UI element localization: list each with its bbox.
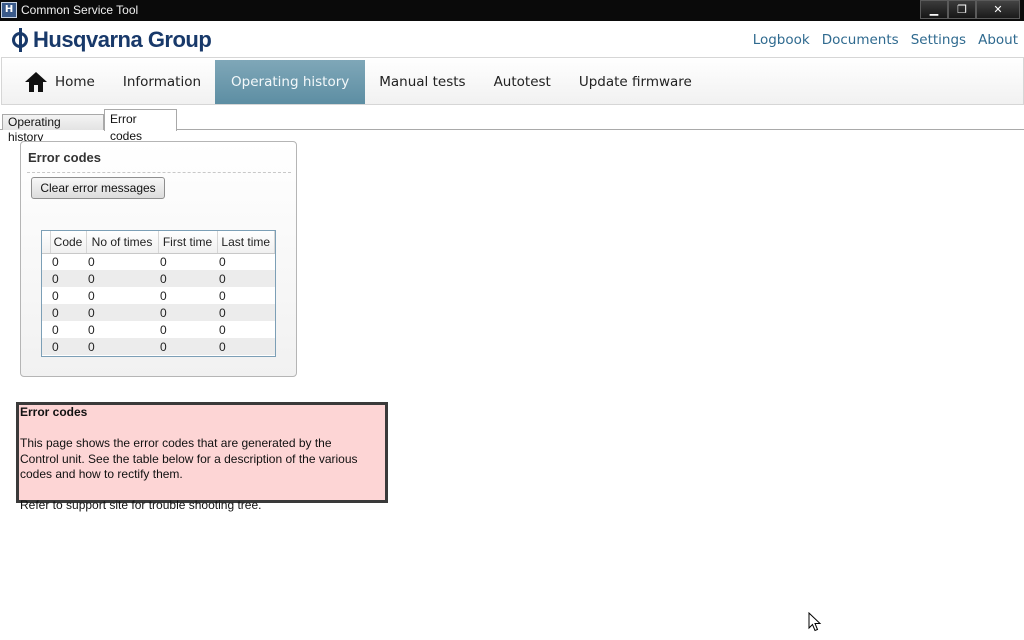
nav-autotest[interactable]: Autotest bbox=[480, 60, 565, 104]
column-header-code[interactable]: Code bbox=[50, 231, 87, 254]
cell-code: 0 bbox=[52, 254, 59, 269]
table-row[interactable]: 0 0 0 0 bbox=[42, 321, 275, 338]
info-text: This page shows the error codes that are… bbox=[20, 436, 358, 481]
close-button[interactable]: ✕ bbox=[976, 0, 1020, 19]
link-documents[interactable]: Documents bbox=[822, 32, 899, 48]
info-reference: Refer to support site for trouble shooti… bbox=[20, 498, 262, 512]
column-header-no-of-times[interactable]: No of times bbox=[86, 231, 159, 254]
title-bar: H Common Service Tool ▁ ❐ ✕ bbox=[0, 0, 1024, 21]
cell-last-time: 0 bbox=[217, 338, 275, 355]
cell-no-of-times: 0 bbox=[88, 288, 95, 303]
home-icon bbox=[25, 72, 47, 92]
window-title: Common Service Tool bbox=[21, 3, 139, 17]
table-row[interactable]: 0 0 0 0 bbox=[42, 304, 275, 321]
cell-no-of-times: 0 bbox=[86, 338, 158, 355]
info-title: Error codes bbox=[20, 405, 88, 419]
header: Husqvarna Group Logbook Documents Settin… bbox=[0, 21, 1024, 57]
tab-error-codes[interactable]: Error codes bbox=[104, 109, 177, 143]
husqvarna-logo-icon bbox=[10, 28, 30, 52]
main-nav: Home Information Operating history Manua… bbox=[1, 57, 1024, 105]
nav-home-label: Home bbox=[55, 74, 95, 90]
restore-button[interactable]: ❐ bbox=[948, 0, 976, 19]
table-row[interactable]: 0 0 0 0 bbox=[42, 270, 275, 287]
cell-first-time: 0 bbox=[160, 254, 167, 269]
clear-error-messages-button[interactable]: Clear error messages bbox=[31, 177, 165, 199]
nav-manual-tests[interactable]: Manual tests bbox=[365, 60, 479, 104]
table-row[interactable]: 0 0 0 0 bbox=[42, 253, 275, 270]
cell-no-of-times: 0 bbox=[88, 254, 95, 269]
link-logbook[interactable]: Logbook bbox=[753, 32, 810, 48]
top-links: Logbook Documents Settings About bbox=[753, 32, 1018, 48]
husqvarna-app-icon: H bbox=[1, 2, 17, 18]
nav-update-firmware[interactable]: Update firmware bbox=[565, 60, 706, 104]
row-selector-header bbox=[42, 231, 51, 254]
cell-code: 0 bbox=[52, 288, 59, 303]
cell-last-time: 0 bbox=[219, 254, 226, 269]
column-header-last-time[interactable]: Last time bbox=[217, 231, 275, 254]
nav-home[interactable]: Home bbox=[5, 60, 109, 104]
table-row[interactable]: 0 0 0 0 bbox=[42, 338, 275, 355]
logo-text: Husqvarna Group bbox=[33, 27, 212, 52]
cell-no-of-times: 0 bbox=[88, 322, 95, 337]
link-settings[interactable]: Settings bbox=[911, 32, 966, 48]
cell-no-of-times: 0 bbox=[86, 304, 158, 321]
cell-first-time: 0 bbox=[160, 288, 167, 303]
cell-code: 0 bbox=[50, 338, 86, 355]
cell-last-time: 0 bbox=[219, 288, 226, 303]
link-about[interactable]: About bbox=[978, 32, 1018, 48]
window-controls: ▁ ❐ ✕ bbox=[920, 0, 1020, 19]
tab-operating-history[interactable]: Operating history bbox=[2, 114, 104, 144]
cell-first-time: 0 bbox=[158, 338, 217, 355]
sub-tabs: Operating history Error codes bbox=[0, 106, 1024, 144]
cell-code: 0 bbox=[50, 304, 86, 321]
cell-first-time: 0 bbox=[158, 270, 217, 287]
nav-operating-history[interactable]: Operating history bbox=[215, 60, 366, 104]
cell-no-of-times: 0 bbox=[86, 270, 158, 287]
error-codes-panel: Error codes Clear error messages Code No… bbox=[20, 141, 297, 377]
cell-last-time: 0 bbox=[217, 270, 275, 287]
cell-first-time: 0 bbox=[160, 322, 167, 337]
column-header-first-time[interactable]: First time bbox=[158, 231, 218, 254]
minimize-button[interactable]: ▁ bbox=[920, 0, 948, 19]
panel-title: Error codes bbox=[28, 150, 101, 165]
husqvarna-logo: Husqvarna Group bbox=[10, 27, 212, 53]
cell-last-time: 0 bbox=[217, 304, 275, 321]
table-header-row: Code No of times First time Last time bbox=[42, 231, 275, 254]
cell-code: 0 bbox=[50, 270, 86, 287]
cell-first-time: 0 bbox=[158, 304, 217, 321]
cell-code: 0 bbox=[52, 322, 59, 337]
cell-last-time: 0 bbox=[219, 322, 226, 337]
table-row[interactable]: 0 0 0 0 bbox=[42, 287, 275, 304]
nav-information[interactable]: Information bbox=[109, 60, 215, 104]
error-codes-table[interactable]: Code No of times First time Last time 0 … bbox=[41, 230, 276, 357]
panel-divider bbox=[27, 172, 291, 173]
mouse-cursor-icon bbox=[808, 612, 822, 632]
